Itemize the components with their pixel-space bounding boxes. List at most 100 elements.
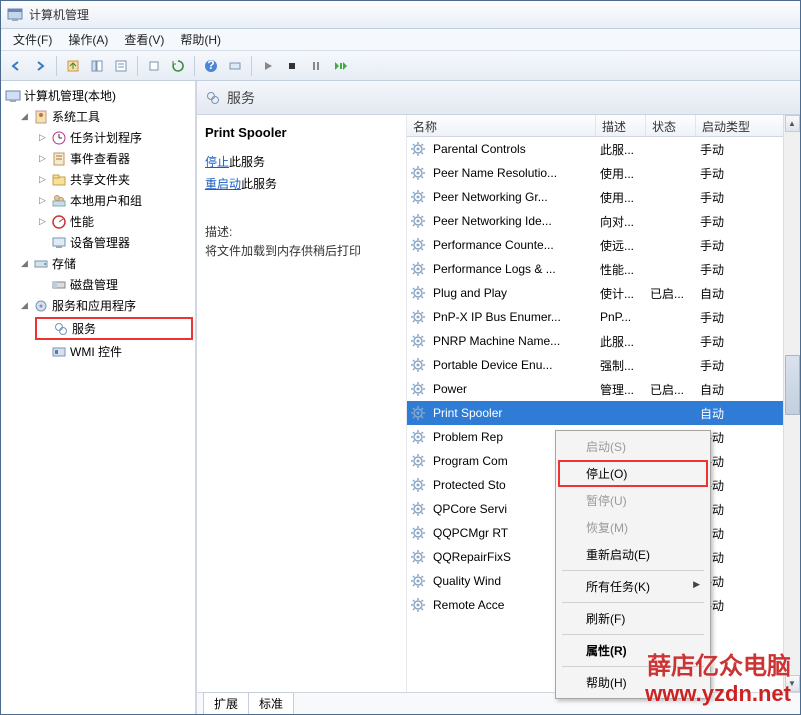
back-button[interactable]: [5, 55, 27, 77]
service-row[interactable]: Parental Controls此服...手动: [407, 137, 800, 161]
titlebar: 计算机管理: [1, 1, 800, 29]
tree-event-viewer[interactable]: ▷事件查看器: [35, 149, 193, 168]
collapse-icon[interactable]: ◢: [19, 111, 30, 122]
help-button[interactable]: ?: [200, 55, 222, 77]
ctx-all-tasks[interactable]: 所有任务(K)▶: [558, 573, 708, 600]
menu-file[interactable]: 文件(F): [5, 29, 60, 50]
expand-icon[interactable]: ▷: [37, 195, 48, 206]
stop-button[interactable]: [281, 55, 303, 77]
expand-icon[interactable]: ▷: [37, 153, 48, 164]
tree-disk-management[interactable]: ▷磁盘管理: [35, 275, 193, 294]
ctx-stop[interactable]: 停止(O): [558, 460, 708, 487]
tree-services-apps[interactable]: ◢服务和应用程序: [17, 296, 193, 315]
tree-storage[interactable]: ◢存储: [17, 254, 193, 273]
service-row[interactable]: Performance Counte...使远...手动: [407, 233, 800, 257]
svc-start: 手动: [696, 237, 756, 254]
service-row[interactable]: Print Spooler自动: [407, 401, 800, 425]
ctx-refresh[interactable]: 刷新(F): [558, 605, 708, 632]
svc-start: 手动: [696, 357, 756, 374]
scroll-up-arrow[interactable]: ▲: [785, 115, 800, 132]
context-menu: 启动(S) 停止(O) 暂停(U) 恢复(M) 重新启动(E) 所有任务(K)▶…: [555, 430, 711, 699]
svc-desc: 此服...: [596, 333, 646, 350]
expand-icon[interactable]: ▷: [37, 216, 48, 227]
service-row[interactable]: PnP-X IP Bus Enumer...PnP...手动: [407, 305, 800, 329]
svc-start: 手动: [696, 261, 756, 278]
up-button[interactable]: [62, 55, 84, 77]
tree-task-scheduler[interactable]: ▷任务计划程序: [35, 128, 193, 147]
service-row[interactable]: PNRP Machine Name...此服...手动: [407, 329, 800, 353]
collapse-icon[interactable]: ◢: [19, 300, 30, 311]
service-row[interactable]: Power管理...已启...自动: [407, 377, 800, 401]
scroll-down-arrow[interactable]: ▼: [785, 675, 800, 692]
svc-name: Performance Counte...: [429, 238, 596, 252]
tree-wmi-control[interactable]: ▷WMI 控件: [35, 342, 193, 361]
ctx-properties[interactable]: 属性(R): [558, 637, 708, 664]
refresh-button[interactable]: [167, 55, 189, 77]
toolbar: ?: [1, 51, 800, 81]
svc-name: Plug and Play: [429, 286, 596, 300]
svc-desc: 使计...: [596, 285, 646, 302]
play-button[interactable]: [257, 55, 279, 77]
tab-standard[interactable]: 标准: [248, 692, 294, 714]
main-header: 服务: [197, 81, 800, 115]
column-header: 名称 描述 状态 启动类型: [407, 115, 800, 137]
gear-icon: [410, 453, 426, 469]
pause-button[interactable]: [305, 55, 327, 77]
service-row[interactable]: Peer Networking Gr...使用...手动: [407, 185, 800, 209]
gear-icon: [410, 165, 426, 181]
collapse-icon[interactable]: ◢: [19, 258, 30, 269]
gear-icon: [410, 309, 426, 325]
service-row[interactable]: Portable Device Enu...强制...手动: [407, 353, 800, 377]
tree-root[interactable]: 计算机管理(本地): [3, 86, 193, 105]
restart-link[interactable]: 重启动: [205, 177, 241, 191]
svc-start: 自动: [696, 381, 756, 398]
gear-icon: [410, 597, 426, 613]
svc-name: PNRP Machine Name...: [429, 334, 596, 348]
tree-local-users[interactable]: ▷本地用户和组: [35, 191, 193, 210]
menu-view[interactable]: 查看(V): [116, 29, 172, 50]
svc-name: Peer Networking Ide...: [429, 214, 596, 228]
tree-services[interactable]: ▷服务: [35, 317, 193, 340]
svc-start: 手动: [696, 141, 756, 158]
show-hide-tree-button[interactable]: [86, 55, 108, 77]
connect-button[interactable]: [224, 55, 246, 77]
svc-name: Power: [429, 382, 596, 396]
detail-title: Print Spooler: [205, 125, 398, 140]
service-row[interactable]: Performance Logs & ...性能...手动: [407, 257, 800, 281]
forward-button[interactable]: [29, 55, 51, 77]
menu-help[interactable]: 帮助(H): [172, 29, 229, 50]
tree-system-tools[interactable]: ◢系统工具: [17, 107, 193, 126]
tree-shared-folders[interactable]: ▷共享文件夹: [35, 170, 193, 189]
export-button[interactable]: [143, 55, 165, 77]
svc-start: 手动: [696, 189, 756, 206]
restart-button[interactable]: [329, 55, 351, 77]
tree-performance[interactable]: ▷性能: [35, 212, 193, 231]
desc-label: 描述:: [205, 223, 398, 240]
properties-button[interactable]: [110, 55, 132, 77]
col-desc[interactable]: 描述: [596, 115, 646, 136]
gear-icon: [410, 549, 426, 565]
detail-pane: Print Spooler 停止此服务 重启动此服务 描述: 将文件加载到内存供…: [197, 115, 407, 692]
tree-device-manager[interactable]: ▷设备管理器: [35, 233, 193, 252]
svc-name: Print Spooler: [429, 406, 596, 420]
vertical-scrollbar[interactable]: ▲ ▼: [783, 115, 800, 692]
service-row[interactable]: Plug and Play使计...已启...自动: [407, 281, 800, 305]
expand-icon[interactable]: ▷: [37, 132, 48, 143]
col-name[interactable]: 名称: [407, 115, 596, 136]
ctx-restart[interactable]: 重新启动(E): [558, 541, 708, 568]
service-row[interactable]: Peer Networking Ide...向对...手动: [407, 209, 800, 233]
svc-desc: 性能...: [596, 261, 646, 278]
scroll-thumb[interactable]: [785, 355, 800, 415]
gear-icon: [410, 573, 426, 589]
tab-extended[interactable]: 扩展: [203, 692, 249, 714]
gear-icon: [410, 261, 426, 277]
expand-icon[interactable]: ▷: [37, 174, 48, 185]
col-state[interactable]: 状态: [646, 115, 696, 136]
service-row[interactable]: Peer Name Resolutio...使用...手动: [407, 161, 800, 185]
stop-link[interactable]: 停止: [205, 155, 229, 169]
menu-action[interactable]: 操作(A): [60, 29, 116, 50]
navigation-tree: 计算机管理(本地) ◢系统工具 ▷任务计划程序 ▷事件查看器 ▷共享文件夹 ▷本…: [1, 81, 197, 714]
ctx-help[interactable]: 帮助(H): [558, 669, 708, 696]
svc-desc: 强制...: [596, 357, 646, 374]
svc-desc: 使用...: [596, 189, 646, 206]
